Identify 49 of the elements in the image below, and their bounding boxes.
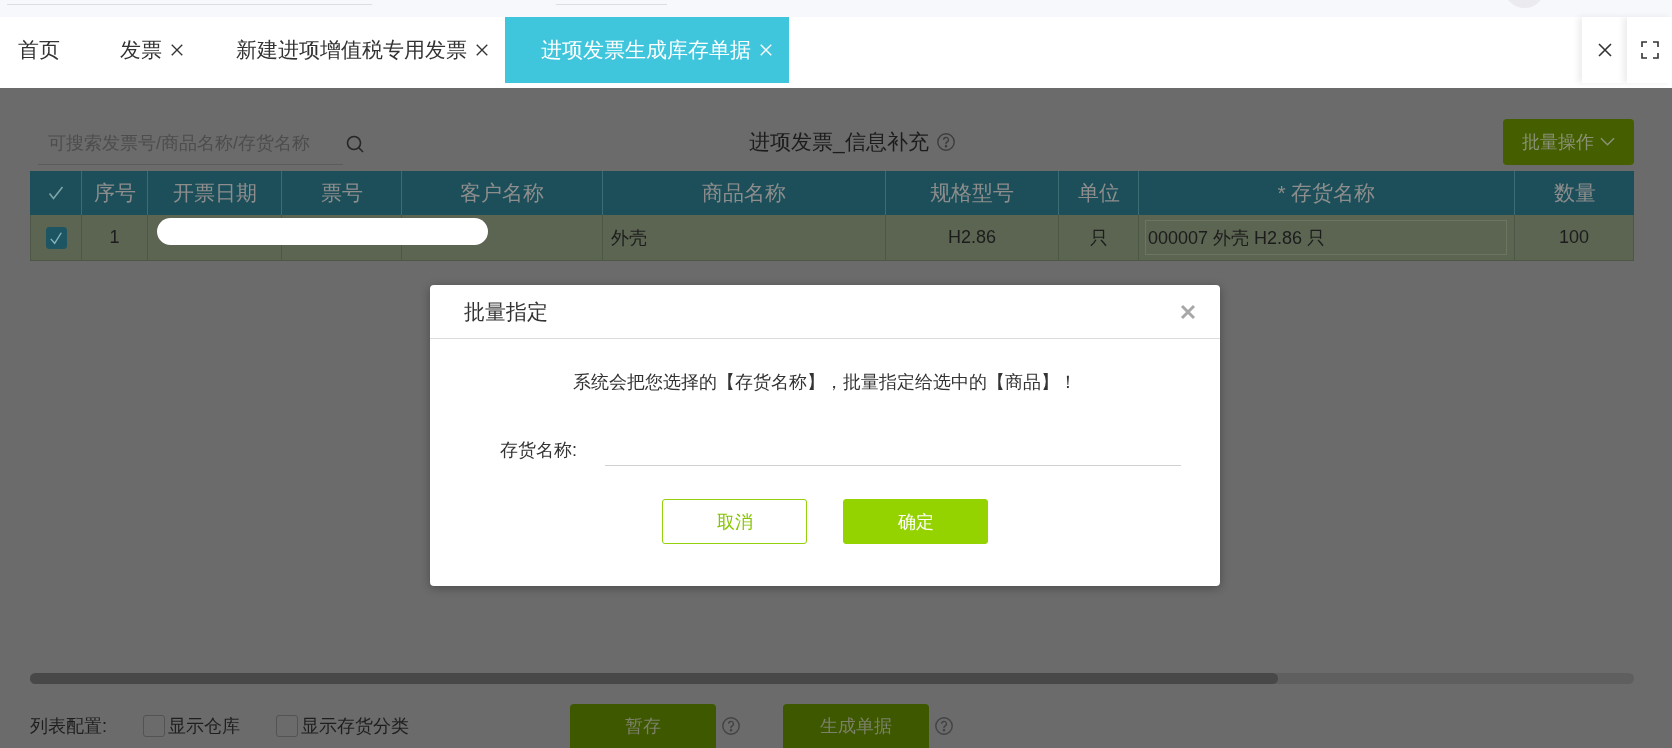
checkbox[interactable] xyxy=(143,715,165,737)
checkbox-label[interactable]: 显示存货分类 xyxy=(301,714,409,738)
column-header: 数量 xyxy=(1515,171,1634,215)
tab[interactable]: 进项发票生成库存单据 xyxy=(505,17,789,83)
table-cell: H2.86 xyxy=(886,215,1059,261)
action-button[interactable]: 暂存 xyxy=(570,704,716,748)
table-cell: 100 xyxy=(1515,215,1634,261)
help-icon[interactable] xyxy=(722,717,740,735)
table-cell: 外壳 xyxy=(603,215,886,261)
close-icon xyxy=(1596,42,1613,58)
help-icon[interactable] xyxy=(936,132,955,151)
column-header: 单位 xyxy=(1059,171,1139,215)
scrollbar-thumb[interactable] xyxy=(30,673,1278,684)
page-title: 进项发票_信息补充 xyxy=(749,128,929,156)
fullscreen-icon xyxy=(1640,41,1659,59)
column-header: 客户名称 xyxy=(402,171,603,215)
table-cell: 只 xyxy=(1059,215,1139,261)
chevron-down-icon xyxy=(1600,137,1615,146)
tick-icon xyxy=(49,230,63,245)
close-button[interactable] xyxy=(1582,17,1627,83)
field-label: 存货名称: xyxy=(500,439,578,462)
cancel-button[interactable]: 取消 xyxy=(662,499,807,544)
column-header: * 存货名称 xyxy=(1139,171,1515,215)
select-all-checkbox[interactable] xyxy=(47,186,64,200)
tab[interactable]: 首页 xyxy=(0,17,84,83)
table-cell: 1 xyxy=(82,215,148,261)
column-header: 开票日期 xyxy=(148,171,282,215)
batch-menu-button[interactable]: 批量操作 xyxy=(1503,118,1634,165)
dialog-title: 批量指定 xyxy=(464,298,548,325)
dialog-message: 系统会把您选择的【存货名称】，批量指定给选中的【商品】！ xyxy=(573,371,1077,394)
close-icon[interactable] xyxy=(170,43,184,57)
input-field[interactable]: 000007 外壳 H2.86 只 xyxy=(1145,220,1507,255)
tab[interactable]: 新建进项增值税专用发票 xyxy=(200,17,505,83)
checkbox-label[interactable]: 显示仓库 xyxy=(168,714,240,738)
fullscreen-button[interactable] xyxy=(1627,17,1672,83)
column-header: 规格型号 xyxy=(886,171,1059,215)
config-label: 列表配置: xyxy=(30,715,107,738)
action-button[interactable]: 生成单据 xyxy=(783,704,929,748)
horizontal-scrollbar[interactable] xyxy=(30,673,1634,684)
column-header: 商品名称 xyxy=(603,171,886,215)
column-header: 序号 xyxy=(82,171,148,215)
checkbox[interactable] xyxy=(276,715,298,737)
close-icon[interactable] xyxy=(475,43,489,57)
search-icon[interactable] xyxy=(346,134,364,153)
tab[interactable]: 发票 xyxy=(84,17,200,83)
column-header: 票号 xyxy=(282,171,402,215)
help-icon[interactable] xyxy=(935,717,953,735)
confirm-button[interactable]: 确定 xyxy=(843,499,988,544)
checkbox[interactable] xyxy=(45,226,67,249)
